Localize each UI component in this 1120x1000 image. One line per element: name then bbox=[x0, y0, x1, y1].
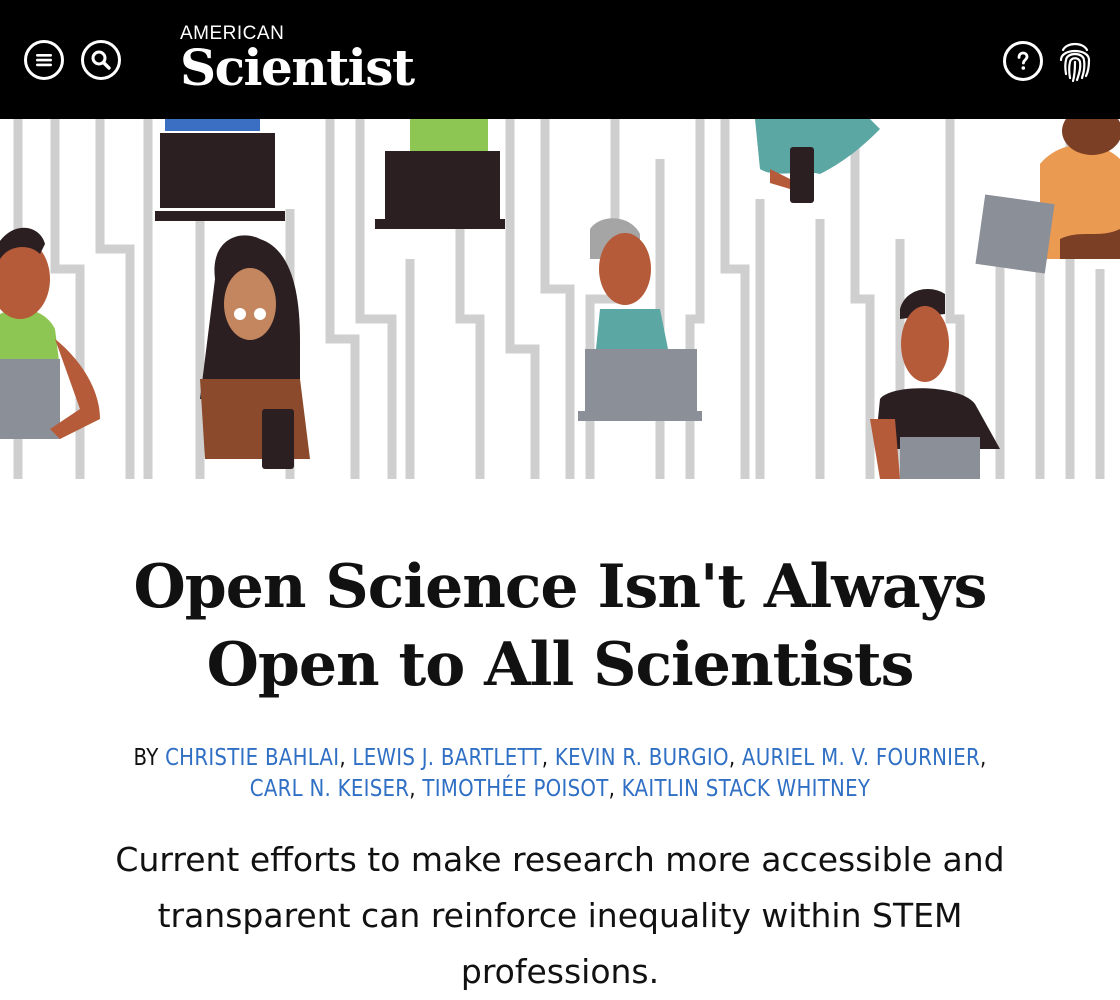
hero-illustration bbox=[0, 119, 1120, 479]
american-scientist-logo[interactable]: AMERICAN Scientist bbox=[180, 24, 415, 97]
author-link[interactable]: LEWIS J. BARTLETT bbox=[352, 745, 541, 771]
menu-icon bbox=[36, 54, 52, 67]
top-navigation-bar: AMERICAN Scientist bbox=[0, 0, 1120, 119]
fingerprint-icon bbox=[1059, 42, 1091, 83]
byline-label: BY bbox=[133, 745, 159, 771]
search-button[interactable] bbox=[81, 40, 121, 80]
article-title-line1: Open Science Isn't Always bbox=[133, 552, 988, 622]
article-dek-line3: professions. bbox=[460, 952, 660, 991]
author-link[interactable]: CHRISTIE BAHLAI bbox=[165, 745, 339, 771]
author-link[interactable]: AURIEL M. V. FOURNIER bbox=[742, 745, 980, 771]
menu-button[interactable] bbox=[24, 40, 64, 80]
author-link[interactable]: TIMOTHÉE POISOT bbox=[422, 776, 608, 802]
people-with-devices-illustration bbox=[0, 119, 1120, 479]
article-dek: Current efforts to make research more ac… bbox=[80, 832, 1040, 1000]
author-link[interactable]: KEVIN R. BURGIO bbox=[555, 745, 729, 771]
help-button[interactable] bbox=[1003, 41, 1043, 81]
logo-scientist-text: Scientist bbox=[180, 38, 415, 97]
search-icon bbox=[91, 50, 111, 70]
author-link[interactable]: CARL N. KEISER bbox=[250, 776, 409, 802]
help-icon bbox=[1017, 51, 1029, 70]
article-dek-line1: Current efforts to make research more ac… bbox=[115, 840, 1005, 879]
article-dek-line2: transparent can reinforce inequality wit… bbox=[157, 896, 963, 935]
account-button[interactable] bbox=[1056, 38, 1094, 84]
article-title: Open Science Isn't Always Open to All Sc… bbox=[60, 548, 1060, 704]
article-title-line2: Open to All Scientists bbox=[206, 630, 915, 700]
article-byline: BY CHRISTIE BAHLAI, LEWIS J. BARTLETT, K… bbox=[133, 745, 987, 802]
author-link[interactable]: KAITLIN STACK WHITNEY bbox=[622, 776, 871, 802]
